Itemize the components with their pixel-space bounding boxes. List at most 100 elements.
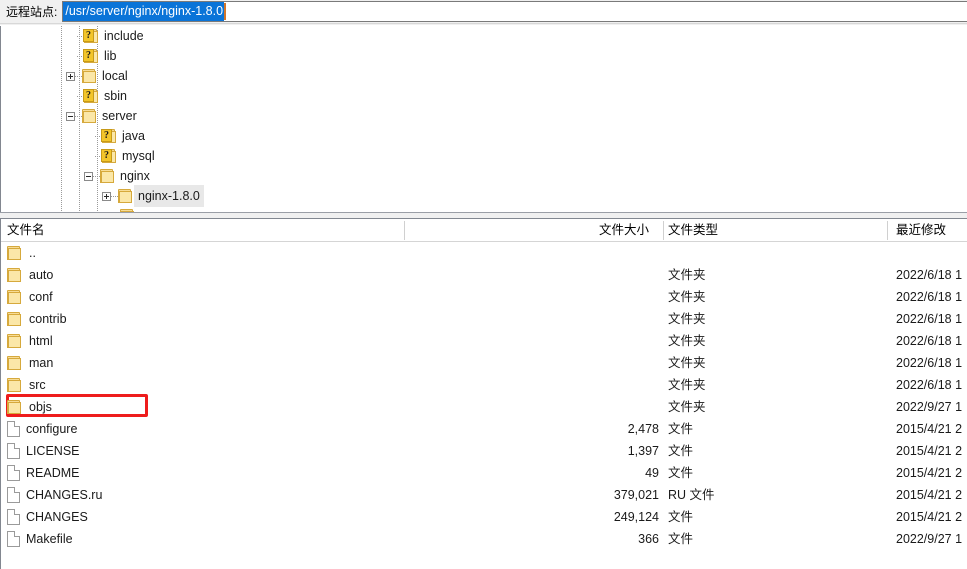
column-divider[interactable] xyxy=(887,221,888,240)
cell-filename: src xyxy=(7,374,46,396)
column-header-filename[interactable]: 文件名 xyxy=(7,219,45,242)
table-row[interactable]: CHANGES.ru 379,021 RU 文件 2015/4/21 2 xyxy=(1,484,967,506)
cell-filetype: 文件夹 xyxy=(668,312,706,326)
remote-file-list[interactable]: 文件名 文件大小 文件类型 最近修改 .. auto 文件夹 2022/6/18 1c… xyxy=(0,218,967,569)
folder-icon xyxy=(7,334,23,348)
cell-filetype: 文件夹 xyxy=(668,356,706,370)
tree-rows: ? include? lib local? sbin server? java? mysql n… xyxy=(0,26,967,212)
folder-question-icon: ? xyxy=(83,89,100,103)
column-divider[interactable] xyxy=(663,221,664,240)
cell-modified: 2015/4/21 2 xyxy=(896,488,963,502)
table-row[interactable]: CHANGES 249,124 文件 2015/4/21 2 xyxy=(1,506,967,528)
tree-item-sbin[interactable]: ? sbin xyxy=(0,86,967,106)
folder-icon xyxy=(7,312,23,326)
table-row[interactable]: .. xyxy=(1,242,967,264)
folder-icon xyxy=(100,169,116,183)
cell-modified: 2015/4/21 2 xyxy=(896,444,963,458)
file-icon xyxy=(7,443,20,459)
cell-modified: 2022/6/18 1 xyxy=(896,334,963,348)
cell-modified: 2015/4/21 2 xyxy=(896,422,963,436)
table-row[interactable]: contrib 文件夹 2022/6/18 1 xyxy=(1,308,967,330)
cell-filetype: 文件 xyxy=(668,422,694,436)
folder-icon xyxy=(7,356,23,370)
cell-filesize: 49 xyxy=(645,466,659,480)
cell-filetype: 文件夹 xyxy=(668,290,706,304)
tree-item-label: sbin xyxy=(104,89,127,103)
expand-icon[interactable] xyxy=(66,71,75,81)
table-row[interactable]: objs 文件夹 2022/9/27 1 xyxy=(1,396,967,418)
cell-filename: conf xyxy=(7,286,53,308)
folder-question-icon: ? xyxy=(83,29,100,43)
filename-label: CHANGES xyxy=(26,510,88,524)
table-row[interactable]: src 文件夹 2022/6/18 1 xyxy=(1,374,967,396)
folder-icon xyxy=(82,109,98,123)
file-icon xyxy=(7,509,20,525)
cell-filesize: 2,478 xyxy=(627,422,659,436)
cell-modified: 2022/6/18 1 xyxy=(896,290,963,304)
cell-filetype: 文件夹 xyxy=(668,378,706,392)
collapse-icon[interactable] xyxy=(84,171,93,181)
filename-label: objs xyxy=(29,400,52,414)
tree-connector xyxy=(93,175,100,177)
column-divider[interactable] xyxy=(404,221,405,240)
column-header-modified[interactable]: 最近修改 xyxy=(896,219,946,242)
filename-label: html xyxy=(29,334,53,348)
cell-modified: 2022/6/18 1 xyxy=(896,378,963,392)
column-header-filetype[interactable]: 文件类型 xyxy=(668,219,718,242)
tree-item-include[interactable]: ? include xyxy=(0,26,967,46)
tree-item-nginx-1.8.0[interactable]: nginx-1.8.0 xyxy=(0,185,967,207)
table-row[interactable]: conf 文件夹 2022/6/18 1 xyxy=(1,286,967,308)
folder-icon xyxy=(82,69,98,83)
folder-icon xyxy=(7,290,23,304)
cell-modified: 2022/9/27 1 xyxy=(896,532,963,546)
table-row[interactable]: html 文件夹 2022/6/18 1 xyxy=(1,330,967,352)
collapse-icon[interactable] xyxy=(66,111,75,121)
remote-path-input[interactable]: /usr/server/nginx/nginx-1.8.0 xyxy=(62,1,967,22)
folder-icon xyxy=(7,268,23,282)
filename-label: conf xyxy=(29,290,53,304)
cell-filename: man xyxy=(7,352,53,374)
filename-label: Makefile xyxy=(26,532,73,546)
file-icon xyxy=(7,487,20,503)
remote-site-bar: 远程站点: /usr/server/nginx/nginx-1.8.0 xyxy=(0,0,967,24)
file-icon xyxy=(7,531,20,547)
table-row[interactable]: Makefile 366 文件 2022/9/27 1 xyxy=(1,528,967,550)
tree-connector xyxy=(75,75,82,77)
remote-directory-tree[interactable]: ? include? lib local? sbin server? java? mysql n… xyxy=(0,25,967,212)
cell-filename: html xyxy=(7,330,53,352)
tree-expander-placeholder xyxy=(66,32,77,41)
text-caret xyxy=(224,3,227,20)
filename-label: .. xyxy=(29,246,36,260)
folder-icon xyxy=(7,378,23,392)
folder-icon xyxy=(7,400,23,414)
cell-filesize: 379,021 xyxy=(613,488,659,502)
tree-item-label: java xyxy=(122,129,145,143)
cell-modified: 2022/6/18 1 xyxy=(896,356,963,370)
column-header-filesize[interactable]: 文件大小 xyxy=(599,219,649,242)
table-row[interactable]: man 文件夹 2022/6/18 1 xyxy=(1,352,967,374)
remote-site-label: 远程站点: xyxy=(6,4,58,19)
table-row[interactable]: README 49 文件 2015/4/21 2 xyxy=(1,462,967,484)
cell-modified: 2022/9/27 1 xyxy=(896,400,963,414)
table-row[interactable]: LICENSE 1,397 文件 2015/4/21 2 xyxy=(1,440,967,462)
tree-item-nginx[interactable]: nginx xyxy=(0,166,967,186)
cell-filetype: 文件夹 xyxy=(668,400,706,414)
tree-item-mysql[interactable]: ? mysql xyxy=(0,146,967,166)
cell-filesize xyxy=(405,242,659,264)
cell-filetype: 文件 xyxy=(668,466,694,480)
cell-modified: 2022/6/18 1 xyxy=(896,312,963,326)
table-row[interactable]: configure 2,478 文件 2015/4/21 2 xyxy=(1,418,967,440)
cell-modified: 2015/4/21 2 xyxy=(896,466,963,480)
file-icon xyxy=(7,421,20,437)
expand-icon[interactable] xyxy=(102,191,111,201)
cell-filetype: 文件 xyxy=(668,510,694,524)
cell-filetype: 文件夹 xyxy=(668,268,706,282)
tree-item-lib[interactable]: ? lib xyxy=(0,46,967,66)
filename-label: LICENSE xyxy=(26,444,80,458)
tree-item-server[interactable]: server xyxy=(0,106,967,126)
table-row[interactable]: auto 文件夹 2022/6/18 1 xyxy=(1,264,967,286)
tree-item-local[interactable]: local xyxy=(0,66,967,86)
tree-item-java[interactable]: ? java xyxy=(0,126,967,146)
filename-label: src xyxy=(29,378,46,392)
file-list-header: 文件名 文件大小 文件类型 最近修改 xyxy=(1,219,967,242)
